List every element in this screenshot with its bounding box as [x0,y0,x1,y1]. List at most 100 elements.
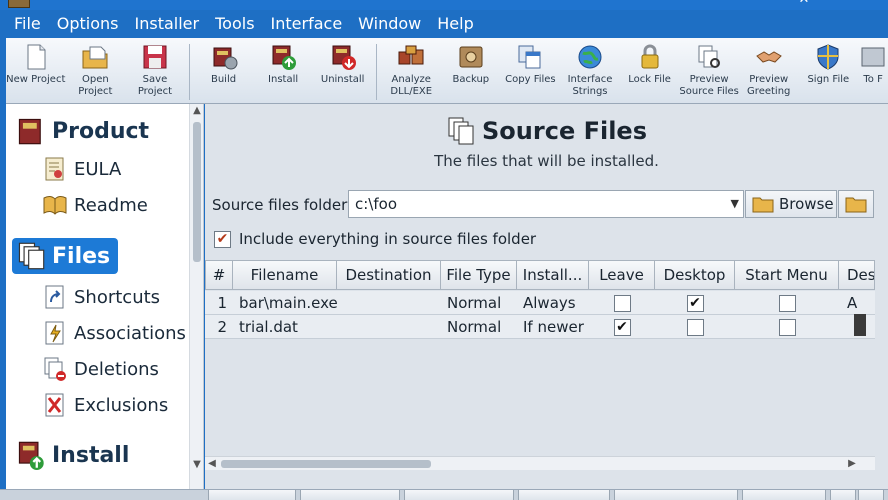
desktop-checkbox[interactable] [686,318,704,336]
col-header-filetype[interactable]: File Type [441,260,517,290]
menu-bar: File Options Installer Tools Interface W… [0,10,888,38]
sidebar-item-product[interactable]: Product [16,116,149,146]
col-header-filename[interactable]: Filename [233,260,337,290]
cell-filetype[interactable]: Normal [441,291,517,315]
sidebar-item-associations[interactable]: Associations [42,320,186,346]
product-box-icon [18,118,41,145]
scroll-left-icon[interactable]: ◀ [205,457,219,471]
col-header-num[interactable]: # [205,260,233,290]
add-button[interactable] [208,490,296,500]
properties-button[interactable] [518,490,610,500]
sidebar-item-exclusions[interactable]: Exclusions [42,392,168,418]
menu-options[interactable]: Options [49,10,127,38]
move-down-button[interactable] [858,490,884,500]
cell-num: 2 [217,318,227,336]
sidebar-scrollbar[interactable]: ▲ ▼ [189,104,203,489]
move-up-button[interactable] [830,490,856,500]
scroll-thumb[interactable] [221,460,431,468]
col-header-destination[interactable]: Destination [337,260,441,290]
preview-button[interactable] [614,490,738,500]
menu-installer[interactable]: Installer [127,10,208,38]
cell-install[interactable]: If newer [517,315,589,339]
sidebar-item-label: Files [52,243,111,269]
bottom-button-bar [0,489,888,500]
col-header-des[interactable]: Des [839,260,875,290]
delete-button[interactable] [300,490,400,500]
uninstall-button[interactable]: Uninstall [313,42,373,86]
cell-filename[interactable]: bar\main.exe [233,291,337,315]
scroll-down-icon[interactable]: ▼ [190,458,203,472]
sidebar: Product EULA Readme Files Shortcuts Asso… [6,104,204,489]
cell-filename[interactable]: trial.dat [233,315,337,339]
leave-checkbox[interactable] [613,294,631,312]
backup-button[interactable]: Backup [441,42,501,86]
menu-file[interactable]: File [6,10,49,38]
cell-destination[interactable] [337,315,441,339]
col-header-startmenu[interactable]: Start Menu [735,260,839,290]
menu-help[interactable]: Help [429,10,481,38]
open-project-button[interactable]: Open Project [66,42,126,98]
cell-des[interactable]: A [839,291,875,315]
menu-interface[interactable]: Interface [263,10,351,38]
startmenu-checkbox[interactable] [778,294,796,312]
sidebar-item-install[interactable]: Install [16,438,129,472]
new-project-button[interactable]: New Project [6,42,66,86]
folder-open-icon [845,197,867,213]
sidebar-item-deletions[interactable]: Deletions [42,356,159,382]
save-project-icon [143,45,167,69]
files-icon [448,117,474,145]
leave-checkbox[interactable]: ✔ [613,318,631,336]
desktop-checkbox[interactable]: ✔ [686,294,704,312]
install-button[interactable]: Install [253,42,313,86]
sidebar-item-eula[interactable]: EULA [42,156,121,182]
sidebar-item-files[interactable]: Files [12,238,119,274]
new-project-icon [27,44,46,70]
open-folder-button[interactable] [838,190,874,218]
page-subtitle: The files that will be installed. [434,152,659,170]
tool-button[interactable]: To F [858,42,888,86]
analyze-icon [398,45,424,65]
include-everything-row[interactable]: ✔ Include everything in source files fol… [214,230,536,248]
scroll-right-icon[interactable]: ▶ [845,457,859,471]
scroll-up-icon[interactable]: ▲ [190,104,203,118]
cell-filetype[interactable]: Normal [441,315,517,339]
col-header-desktop[interactable]: Desktop [655,260,735,290]
col-header-leave[interactable]: Leave [589,260,655,290]
sidebar-item-shortcuts[interactable]: Shortcuts [42,284,160,310]
include-everything-checkbox[interactable]: ✔ [214,230,231,248]
source-folder-combo[interactable]: c:\foo ▼ [348,190,744,218]
sign-file-button[interactable]: Sign File [799,42,859,86]
cell-destination[interactable] [337,291,441,315]
save-project-button[interactable]: Save Project [125,42,185,98]
install-icon [272,45,297,70]
chevron-down-icon[interactable]: ▼ [731,191,739,217]
sidebar-item-label: Install [52,442,130,468]
scroll-thumb[interactable] [193,122,201,262]
copy-files-button[interactable]: Copy Files [501,42,561,86]
close-icon[interactable]: ✕ [794,0,814,8]
startmenu-checkbox[interactable] [778,318,796,336]
build-button[interactable]: Build [194,42,254,86]
lock-file-button[interactable]: Lock File [620,42,680,86]
browse-button[interactable]: Browse [745,190,837,218]
grid-vertical-scrollbar-thumb[interactable] [854,314,866,336]
menu-tools[interactable]: Tools [207,10,262,38]
interface-strings-button[interactable]: Interface Strings [560,42,620,98]
cell-install[interactable]: Always [517,291,589,315]
preview-greeting-button[interactable]: Preview Greeting [739,42,799,98]
association-icon [45,321,64,345]
grid-horizontal-scrollbar[interactable]: ◀ ▶ [205,456,875,470]
table-row[interactable]: 1 bar\main.exe Normal Always ✔ A [205,291,875,315]
menu-window[interactable]: Window [350,10,429,38]
deletion-icon [44,357,66,381]
sidebar-item-readme[interactable]: Readme [42,192,148,218]
table-row[interactable]: 2 trial.dat Normal If newer ✔ [205,315,875,339]
minimize-icon[interactable]: – [860,0,880,8]
help-button[interactable] [742,490,826,500]
page-title-text: Source Files [482,117,647,145]
toolbar-label: Save Project [137,74,173,97]
preview-source-files-button[interactable]: Preview Source Files [679,42,739,98]
analyze-button[interactable]: Analyze DLL/EXE [381,42,441,98]
col-header-install[interactable]: Install... [517,260,589,290]
browse-files-button[interactable] [404,490,514,500]
